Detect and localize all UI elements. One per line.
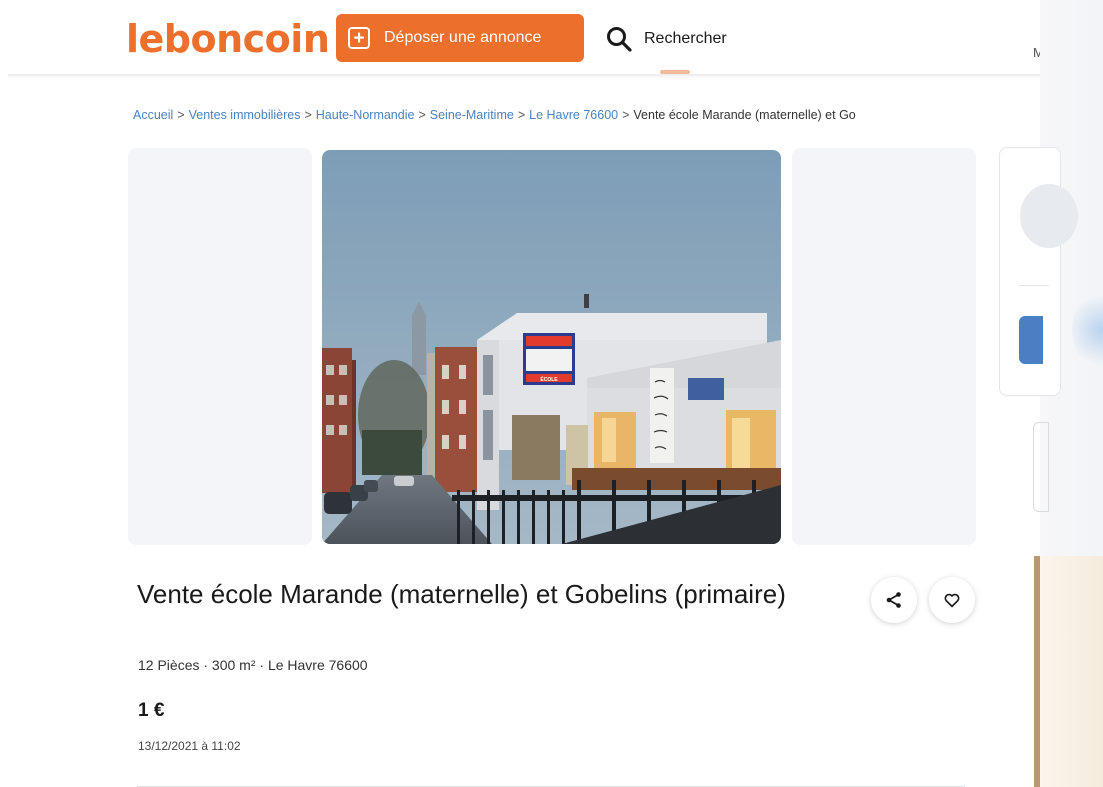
favorite-button[interactable] — [929, 577, 975, 623]
listing-photo[interactable]: ÉCOLE — [322, 150, 781, 544]
search-icon — [607, 27, 632, 52]
breadcrumb-item-accueil[interactable]: Accueil — [133, 108, 173, 122]
breadcrumb-item-le-havre[interactable]: Le Havre 76600 — [529, 108, 618, 122]
breadcrumb-separator: > — [418, 108, 426, 122]
listing-price: 1 € — [138, 700, 165, 721]
share-button[interactable] — [871, 577, 917, 623]
gallery-prev-panel[interactable] — [128, 148, 312, 545]
active-tab-indicator — [660, 70, 690, 74]
gallery-next-panel[interactable] — [792, 148, 976, 545]
breadcrumb: Accueil > Ventes immobilières > Haute-Norman… — [133, 108, 1040, 122]
listing-details: 12 Pièces · 300 m² · Le Havre 76600 — [138, 657, 368, 673]
seller-divider — [1019, 285, 1049, 286]
search-link[interactable]: Rechercher — [606, 22, 727, 56]
leboncoin-logo[interactable]: leboncoin — [126, 15, 330, 63]
breadcrumb-separator: > — [304, 108, 312, 122]
breadcrumb-separator: > — [177, 108, 185, 122]
post-ad-label: Déposer une annonce — [384, 29, 542, 46]
secondary-action-box[interactable] — [1033, 422, 1049, 512]
breadcrumb-item-seine-maritime[interactable]: Seine-Maritime — [430, 108, 514, 122]
post-ad-button[interactable]: + Déposer une annonce — [336, 14, 584, 62]
heart-icon — [944, 593, 960, 608]
breadcrumb-item-ventes-immobilieres[interactable]: Ventes immobilières — [189, 108, 301, 122]
search-label: Rechercher — [644, 30, 727, 47]
sidebar-ad[interactable] — [1034, 556, 1103, 787]
contact-button[interactable] — [1019, 316, 1043, 364]
breadcrumb-item-haute-normandie[interactable]: Haute-Normandie — [316, 108, 415, 122]
photo-sign-text: ÉCOLE — [540, 375, 558, 383]
share-icon — [886, 592, 901, 608]
plus-square-icon: + — [348, 27, 370, 49]
listing-title: Vente école Marande (maternelle) et Gobe… — [137, 579, 786, 609]
breadcrumb-current: Vente école Marande (maternelle) et Go — [633, 108, 856, 122]
breadcrumb-separator: > — [517, 108, 526, 122]
avatar[interactable] — [1020, 184, 1078, 248]
breadcrumb-separator: > — [622, 108, 630, 122]
listing-date: 13/12/2021 à 11:02 — [138, 739, 241, 753]
header-divider — [8, 74, 1040, 78]
school-building-image: ÉCOLE — [322, 150, 781, 544]
